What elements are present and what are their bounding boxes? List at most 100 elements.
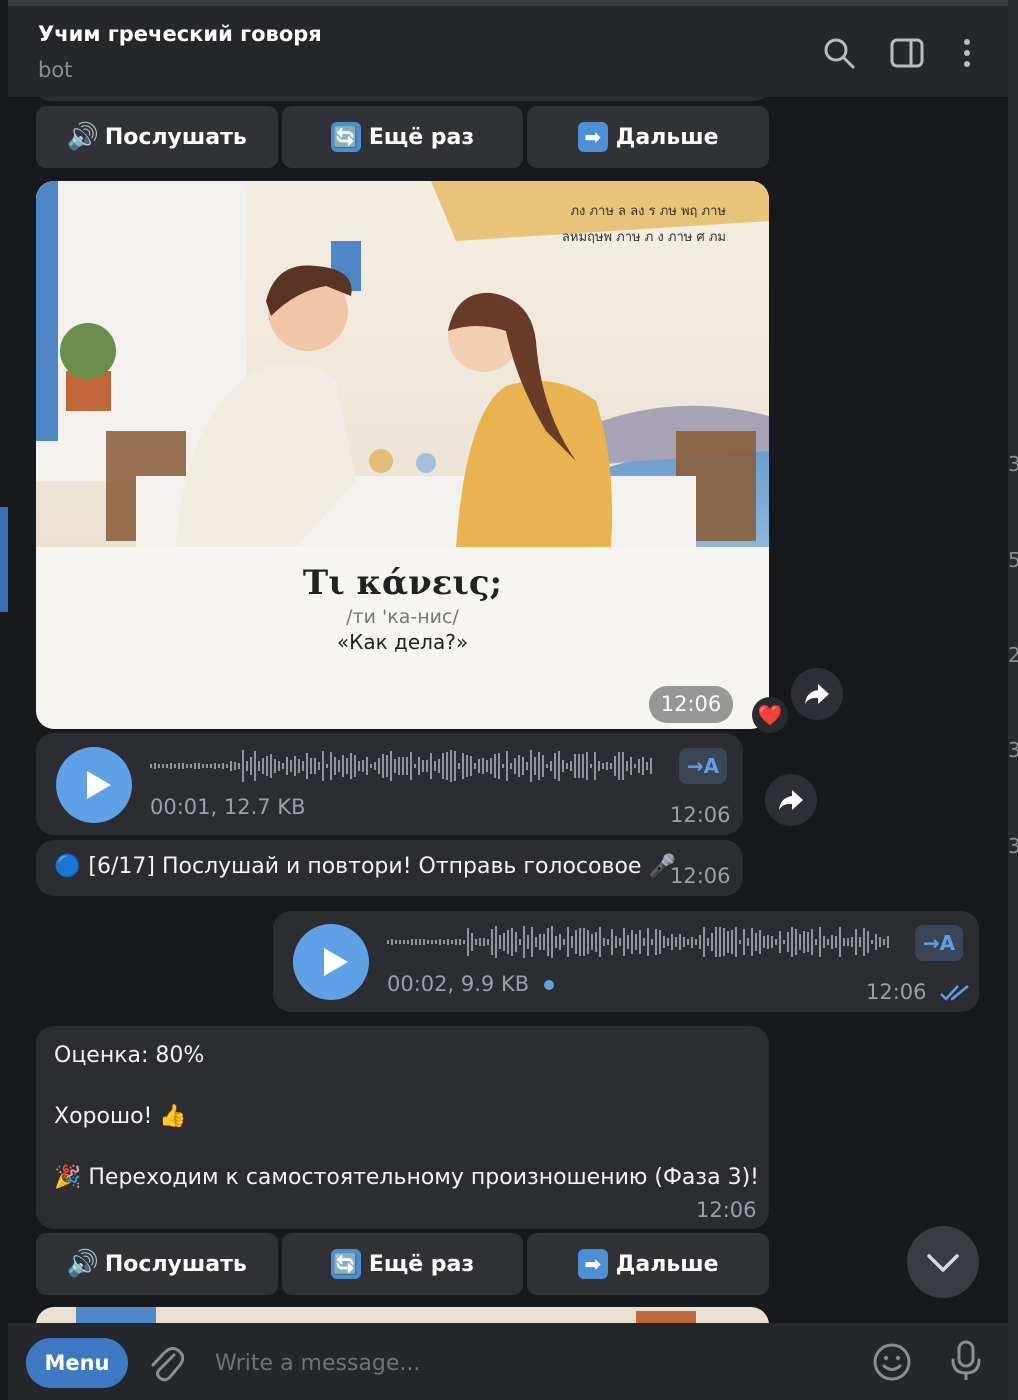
waveform-bar xyxy=(302,761,304,771)
waveform-bar xyxy=(482,758,484,774)
waveform-bar xyxy=(438,759,440,773)
message-input[interactable] xyxy=(213,1343,817,1383)
chat-header: Учим греческий говоря bot xyxy=(8,0,1008,97)
transcribe-button[interactable]: →A xyxy=(915,925,963,961)
waveform-bar xyxy=(711,932,713,952)
waveform-bar xyxy=(499,934,501,950)
listen-button[interactable]: 🔊 Послушать xyxy=(36,1233,278,1295)
waveform-bar xyxy=(819,926,821,958)
repeat-button[interactable]: 🔄 Ещё раз xyxy=(281,106,524,168)
waveform-bar xyxy=(346,757,348,775)
waveform-bar xyxy=(314,758,316,774)
play-button[interactable] xyxy=(56,747,132,823)
waveform-bar xyxy=(627,934,629,950)
waveform-bar xyxy=(286,757,288,775)
waveform-bar xyxy=(443,939,445,945)
waveform-bar xyxy=(695,939,697,945)
waveform-bar xyxy=(358,761,360,771)
waveform-bar xyxy=(827,939,829,945)
blue-circle-icon: 🔵 xyxy=(54,854,82,879)
waveform-bar xyxy=(427,939,429,945)
heart-reaction-icon[interactable]: ❤️ xyxy=(752,697,788,733)
waveform-bar xyxy=(478,758,480,774)
waveform-bar xyxy=(387,939,389,945)
bot-menu-button[interactable]: Menu xyxy=(26,1338,128,1388)
waveform-bar xyxy=(439,939,441,945)
waveform-bar xyxy=(442,753,444,779)
right-arrow-icon: ➡ xyxy=(577,122,608,152)
waveform-bar xyxy=(150,763,152,769)
waveform-bar xyxy=(414,763,416,769)
waveform-bar xyxy=(883,938,885,946)
waveform-bar xyxy=(479,938,481,946)
waveform-bar xyxy=(586,751,588,781)
forward-button[interactable] xyxy=(765,774,817,826)
waveform-bar xyxy=(234,762,236,770)
waveform-bar xyxy=(407,940,409,944)
waveform-bar xyxy=(162,764,164,768)
waveform-bar xyxy=(422,759,424,773)
waveform-bar xyxy=(398,757,400,775)
waveform-bar xyxy=(467,928,469,956)
svg-text:ภง ภาษ ล ลง ร ภษ พฤ ภาษ: ภง ภาษ ล ลง ร ภษ พฤ ภาษ xyxy=(570,204,726,219)
listen-button[interactable]: 🔊 Послушать xyxy=(36,106,278,168)
waveform-bar xyxy=(546,763,548,769)
waveform-bar xyxy=(835,936,837,948)
attach-icon[interactable] xyxy=(148,1343,184,1383)
next-button[interactable]: ➡ Дальше xyxy=(527,106,770,168)
more-options-icon[interactable] xyxy=(950,36,984,70)
forward-button[interactable] xyxy=(791,668,843,720)
message-list[interactable]: 🔊 Послушать 🔄 Ещё раз ➡ Дальше ภง ภาษ ล … xyxy=(8,97,1008,1323)
waveform-bar xyxy=(450,750,452,782)
waveform-bar xyxy=(622,752,624,780)
waveform-bar xyxy=(579,928,581,956)
waveform-bar xyxy=(411,938,413,946)
waveform-bar xyxy=(667,938,669,946)
waveform-bar xyxy=(807,931,809,953)
waveform-bar xyxy=(486,760,488,772)
waveform-bar xyxy=(598,760,600,772)
next-button[interactable]: ➡ Дальше xyxy=(527,1233,770,1295)
waveform-bar xyxy=(354,754,356,778)
repeat-button[interactable]: 🔄 Ещё раз xyxy=(281,1233,524,1295)
waveform-bar xyxy=(306,752,308,780)
waveform-bar xyxy=(566,762,568,770)
waveform-bar xyxy=(603,938,605,946)
search-icon[interactable] xyxy=(822,36,856,70)
emoji-icon[interactable] xyxy=(872,1342,912,1382)
play-button[interactable] xyxy=(293,924,369,1000)
voice-waveform[interactable] xyxy=(387,925,889,959)
waveform-bar xyxy=(791,926,793,958)
waveform-bar xyxy=(522,757,524,775)
waveform-bar xyxy=(591,933,593,951)
transcribe-button[interactable]: →A xyxy=(679,748,727,784)
waveform-bar xyxy=(763,935,765,949)
waveform-bar xyxy=(503,932,505,952)
waveform-bar xyxy=(647,927,649,957)
waveform-bar xyxy=(463,939,465,945)
chat-title[interactable]: Учим греческий говоря xyxy=(38,22,322,46)
waveform-bar xyxy=(519,939,521,945)
sidebar-toggle-icon[interactable] xyxy=(890,36,924,70)
waveform-bar xyxy=(498,753,500,779)
greek-phrase: Τι κάνεις; xyxy=(302,563,503,603)
waveform-bar xyxy=(366,757,368,775)
waveform-bar xyxy=(154,763,156,769)
waveform-bar xyxy=(515,932,517,952)
waveform-bar xyxy=(739,939,741,945)
next-photo-message[interactable] xyxy=(36,1307,769,1323)
voice-waveform[interactable] xyxy=(150,749,652,783)
waveform-bar xyxy=(495,926,497,958)
double-check-icon xyxy=(940,985,969,1001)
waveform-bar xyxy=(474,762,476,770)
waveform-bar xyxy=(470,755,472,777)
waveform-bar xyxy=(431,940,433,944)
microphone-icon[interactable] xyxy=(950,1340,982,1382)
waveform-bar xyxy=(455,939,457,945)
speaker-icon: 🔊 xyxy=(66,1249,100,1279)
scroll-down-button[interactable] xyxy=(907,1226,979,1298)
photo-message[interactable]: ภง ภาษ ล ลง ร ภษ พฤ ภาษ ลหมฤษพ ภาษ ภ ง ภ… xyxy=(36,181,769,729)
waveform-bar xyxy=(642,756,644,776)
waveform-bar xyxy=(583,928,585,956)
waveform-bar xyxy=(391,939,393,945)
